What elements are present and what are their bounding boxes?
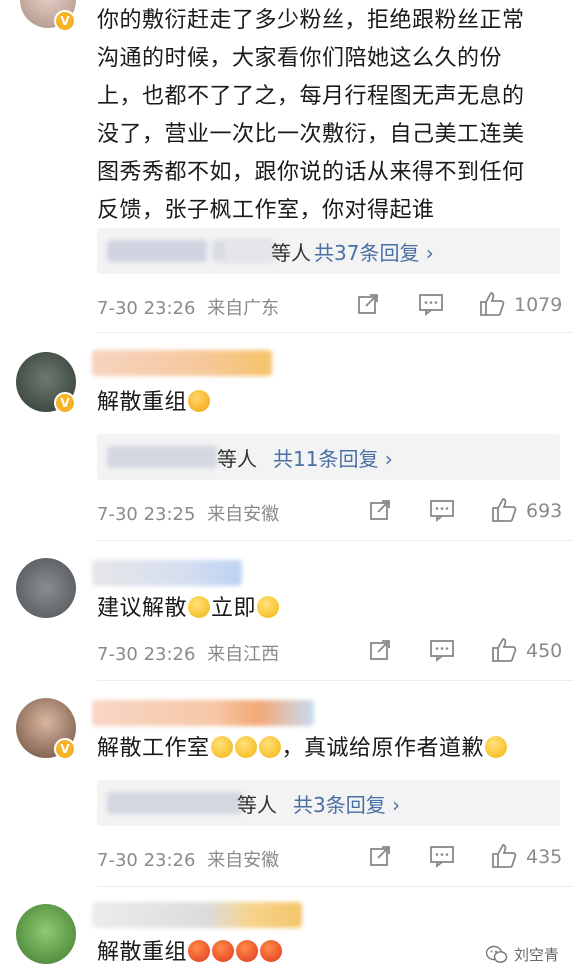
timestamp: 7-30 23:26 — [97, 850, 196, 871]
share-icon[interactable] — [368, 498, 392, 522]
scared-emoji-icon — [258, 736, 281, 758]
comment-line: 沟通的时候，大家看你们陪她这么久的份 — [97, 46, 503, 71]
reply-preview[interactable]: 等人 共3条回复 › — [97, 780, 560, 826]
comment-icon[interactable] — [418, 292, 444, 316]
verified-badge-icon: V — [54, 10, 76, 32]
scared-emoji-icon — [234, 736, 257, 758]
like-count: 1079 — [514, 294, 563, 316]
angry-emoji-icon — [188, 940, 211, 962]
timestamp: 7-30 23:25 — [97, 504, 196, 525]
comment-text: 解散重组 — [97, 386, 211, 420]
comment-line: 你的敷衍赶走了多少粉丝，拒绝跟粉丝正常 — [97, 8, 525, 33]
reply-preview[interactable]: 等人 共37条回复 › — [97, 228, 560, 274]
like-icon[interactable] — [478, 290, 506, 318]
like-icon[interactable] — [490, 842, 518, 870]
like-icon[interactable] — [490, 636, 518, 664]
comment-text: 建议解散 立即 — [97, 592, 280, 626]
avatar[interactable] — [16, 904, 76, 964]
comment-line: 没了，营业一次比一次敷衍，自己美工连美 — [97, 122, 525, 147]
share-icon[interactable] — [368, 638, 392, 662]
view-replies-link[interactable]: 共3条回复 › — [293, 789, 400, 818]
smile-emoji-icon — [257, 596, 280, 618]
divider — [97, 540, 573, 541]
watermark: 刘空青 — [485, 944, 559, 965]
comment-text: 解散重组 — [97, 936, 283, 970]
comment-line: 反馈，张子枫工作室，你对得起谁 — [97, 198, 435, 223]
comment-meta: 7-30 23:26 来自安徽 — [97, 846, 279, 872]
share-icon[interactable] — [356, 292, 380, 316]
angry-emoji-icon — [260, 940, 283, 962]
divider — [97, 332, 573, 333]
location: 来自安徽 — [207, 850, 280, 871]
comment-meta: 7-30 23:26 来自江西 — [97, 640, 279, 666]
reply-users-label: 等人 — [271, 241, 311, 265]
view-replies-link[interactable]: 共11条回复 › — [273, 443, 393, 472]
username[interactable] — [92, 902, 302, 928]
comment-meta: 7-30 23:26 来自广东 — [97, 294, 279, 320]
avatar[interactable] — [16, 558, 76, 618]
wechat-icon — [485, 945, 508, 963]
divider — [97, 680, 573, 681]
angry-emoji-icon — [236, 940, 259, 962]
reply-users-label: 等人 — [217, 447, 257, 471]
location: 来自安徽 — [207, 504, 280, 525]
angry-emoji-icon — [212, 940, 235, 962]
reply-preview[interactable]: 等人 共11条回复 › — [97, 434, 560, 480]
timestamp: 7-30 23:26 — [97, 298, 196, 319]
comment-line: 上，也都不了了之，每月行程图无声无息的 — [97, 84, 525, 109]
location: 来自广东 — [207, 298, 280, 319]
share-icon[interactable] — [368, 844, 392, 868]
username[interactable] — [92, 700, 314, 726]
timestamp: 7-30 23:26 — [97, 644, 196, 665]
drool-emoji-icon — [188, 390, 211, 412]
scared-emoji-icon — [485, 736, 508, 758]
smile-emoji-icon — [188, 596, 211, 618]
divider — [97, 886, 573, 887]
comment-icon[interactable] — [429, 844, 455, 868]
username[interactable] — [92, 350, 272, 376]
reply-users-label: 等人 — [237, 793, 277, 817]
location: 来自江西 — [207, 644, 280, 665]
like-count: 450 — [526, 640, 563, 662]
comment-text: 解散工作室 ，真诚给原作者道歉 — [97, 732, 508, 766]
watermark-text: 刘空青 — [513, 946, 559, 964]
verified-badge-icon: V — [54, 738, 76, 760]
like-count: 435 — [526, 846, 563, 868]
scared-emoji-icon — [210, 736, 233, 758]
view-replies-link[interactable]: 共37条回复 › — [314, 237, 434, 266]
comment-icon[interactable] — [429, 498, 455, 522]
verified-badge-icon: V — [54, 392, 76, 414]
comment-icon[interactable] — [429, 638, 455, 662]
like-count: 693 — [526, 500, 563, 522]
comment-line: 图秀秀都不如，跟你说的话从来得不到任何 — [97, 160, 525, 185]
username[interactable] — [92, 560, 242, 586]
comment-meta: 7-30 23:25 来自安徽 — [97, 500, 279, 526]
like-icon[interactable] — [490, 496, 518, 524]
